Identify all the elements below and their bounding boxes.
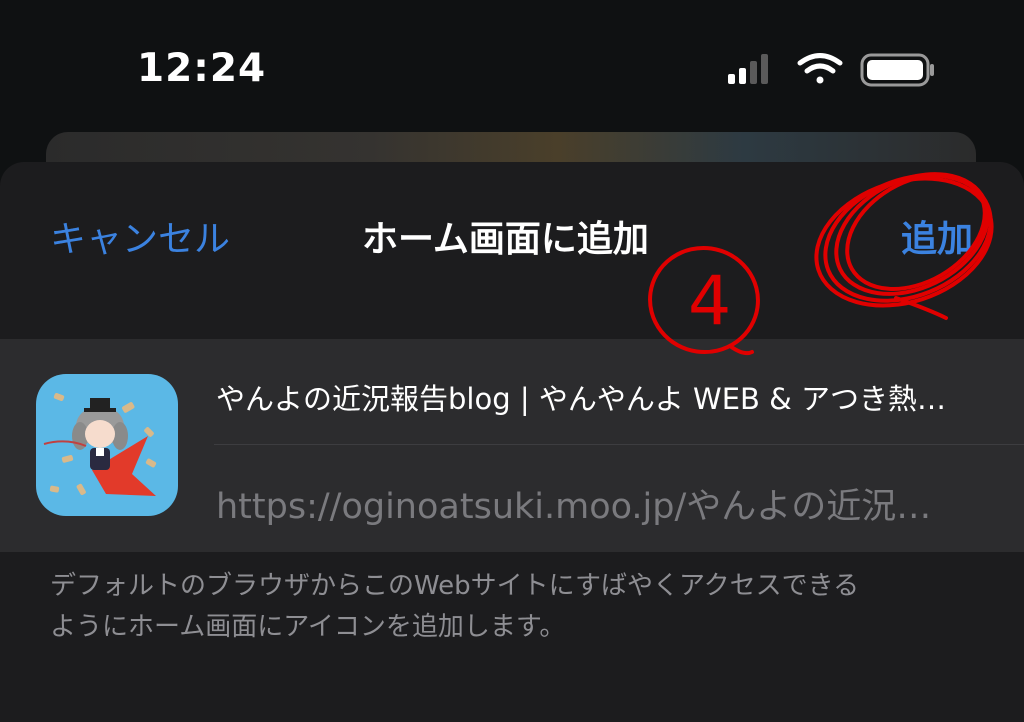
bookmark-title-field[interactable]: やんよの近況報告blog | やんやんよ WEB & アつき熱… [216, 376, 1006, 418]
status-icons [726, 52, 936, 88]
site-app-icon [36, 374, 178, 516]
wifi-icon [797, 53, 843, 84]
status-time: 12:24 [137, 46, 267, 91]
cellular-signal-icon [728, 54, 768, 84]
add-button[interactable]: 追加 [901, 210, 973, 262]
field-divider [214, 444, 1024, 445]
description-line-1: デフォルトのブラウザからこのWebサイトにすばやくアクセスできる [50, 571, 860, 601]
cancel-button[interactable]: キャンセル [50, 210, 230, 262]
description-text: デフォルトのブラウザからこのWebサイトにすばやくアクセスできる ようにホーム画… [50, 566, 990, 648]
bookmark-url-field: https://oginoatsuki.moo.jp/やんよの近況… [216, 487, 932, 527]
description-line-2: ようにホーム画面にアイコンを追加します。 [50, 612, 566, 642]
battery-icon [860, 53, 934, 87]
sheet-title: ホーム画面に追加 [362, 219, 649, 260]
